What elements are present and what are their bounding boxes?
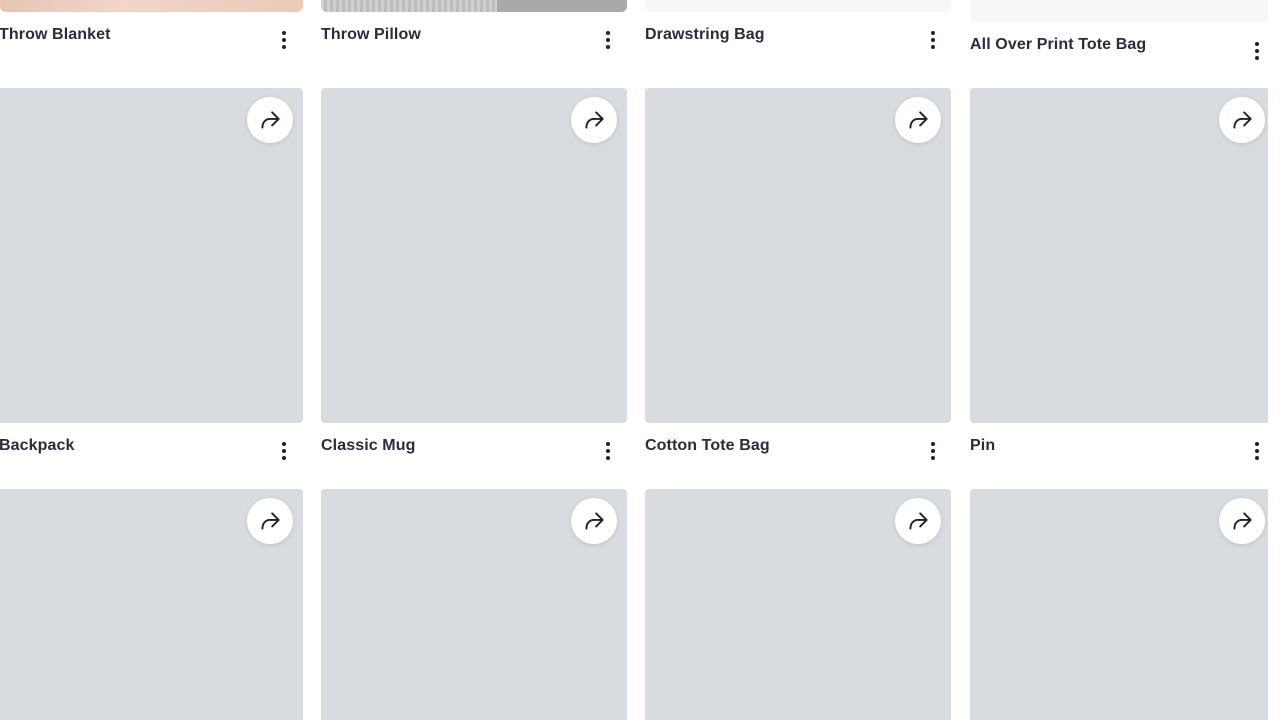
product-title[interactable]: Drawstring Bag — [645, 26, 765, 44]
more-vertical-icon — [282, 442, 286, 446]
share-icon — [909, 512, 928, 530]
more-vertical-icon — [931, 31, 935, 35]
share-icon — [1233, 111, 1252, 129]
product-grid-page: Throw Blanket Throw Pillow Drawstring Ba… — [0, 0, 1280, 720]
share-button[interactable] — [247, 498, 293, 544]
product-title[interactable]: Backpack — [0, 437, 75, 455]
more-options-button[interactable] — [925, 440, 941, 462]
share-button[interactable] — [895, 97, 941, 143]
more-options-button[interactable] — [1249, 440, 1265, 462]
more-vertical-icon — [606, 31, 610, 35]
page-edge — [1268, 0, 1280, 720]
product-thumbnail-drawstring-bag[interactable] — [645, 0, 951, 12]
product-title[interactable]: Throw Pillow — [321, 26, 421, 44]
product-thumbnail-throw-pillow[interactable] — [321, 0, 627, 12]
more-options-button[interactable] — [600, 440, 616, 462]
product-title[interactable]: Pin — [970, 437, 995, 455]
more-vertical-icon — [1255, 442, 1259, 446]
share-icon — [909, 111, 928, 129]
product-image-placeholder[interactable] — [0, 88, 303, 423]
share-button[interactable] — [1219, 498, 1265, 544]
more-vertical-icon — [1255, 42, 1259, 46]
product-image-placeholder[interactable] — [645, 88, 951, 423]
share-icon — [585, 111, 604, 129]
share-button[interactable] — [1219, 97, 1265, 143]
share-button[interactable] — [571, 498, 617, 544]
product-title[interactable]: All Over Print Tote Bag — [970, 36, 1146, 54]
share-icon — [261, 111, 280, 129]
more-vertical-icon — [282, 31, 286, 35]
more-vertical-icon — [931, 442, 935, 446]
product-image-placeholder[interactable] — [321, 489, 627, 720]
share-icon — [585, 512, 604, 530]
share-icon — [1233, 512, 1252, 530]
product-title[interactable]: Throw Blanket — [0, 26, 111, 44]
more-options-button[interactable] — [925, 29, 941, 51]
product-title[interactable]: Cotton Tote Bag — [645, 437, 770, 455]
share-button[interactable] — [247, 97, 293, 143]
product-image-placeholder[interactable] — [970, 489, 1270, 720]
more-options-button[interactable] — [276, 440, 292, 462]
share-icon — [261, 512, 280, 530]
product-image-placeholder[interactable] — [321, 88, 627, 423]
more-options-button[interactable] — [1249, 40, 1265, 62]
share-button[interactable] — [571, 97, 617, 143]
product-image-placeholder[interactable] — [970, 88, 1270, 423]
product-image-placeholder[interactable] — [0, 489, 303, 720]
product-image-placeholder[interactable] — [645, 489, 951, 720]
product-title[interactable]: Classic Mug — [321, 437, 415, 455]
share-button[interactable] — [895, 498, 941, 544]
more-options-button[interactable] — [600, 29, 616, 51]
more-options-button[interactable] — [276, 29, 292, 51]
product-thumbnail-throw-blanket[interactable] — [0, 0, 303, 12]
product-thumbnail-all-over-print-tote-bag[interactable] — [970, 0, 1270, 22]
more-vertical-icon — [606, 442, 610, 446]
